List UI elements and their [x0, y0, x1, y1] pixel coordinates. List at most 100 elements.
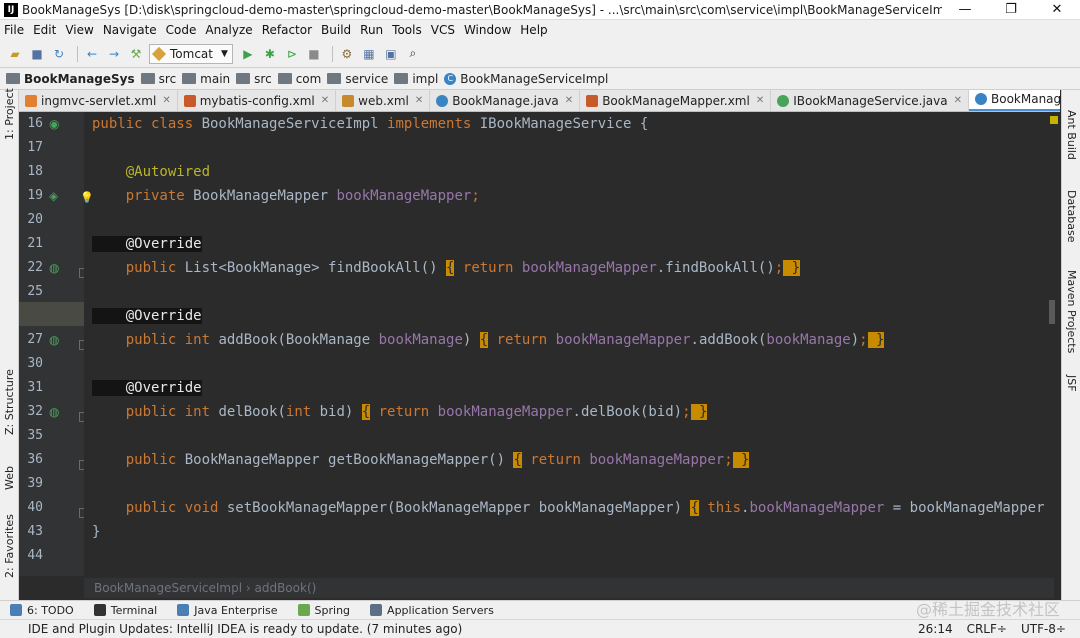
override-icon[interactable]: ◍	[49, 405, 63, 419]
close-icon[interactable]: ✕	[954, 95, 962, 106]
save-icon[interactable]: ■	[28, 45, 46, 63]
menu-item-analyze[interactable]: Analyze	[205, 23, 252, 37]
bean-icon[interactable]: ◈	[49, 189, 63, 203]
tool-ant-build[interactable]: Ant Build	[1065, 110, 1078, 160]
analysis-status-icon[interactable]	[1050, 116, 1058, 124]
chevron-down-icon: ▼	[220, 48, 228, 59]
tool-window--todo[interactable]: 6: TODO	[10, 604, 74, 617]
tool-maven[interactable]: Maven Projects	[1065, 270, 1078, 353]
line-separator[interactable]: CRLF÷	[967, 622, 1007, 636]
code-editor[interactable]: public class BookManageServiceImpl imple…	[84, 112, 1054, 576]
tool-database[interactable]: Database	[1065, 190, 1078, 243]
tool-jsf[interactable]: JSF	[1065, 375, 1078, 392]
editor-breadcrumb[interactable]: BookManageServiceImpl › addBook()	[84, 578, 1054, 598]
menu-item-view[interactable]: View	[65, 23, 93, 37]
code-line[interactable]: private BookManageMapper bookManageMappe…	[92, 184, 480, 208]
breadcrumb-item[interactable]: src	[140, 72, 176, 86]
code-line[interactable]: public void setBookManageMapper(BookMana…	[92, 496, 1054, 520]
code-line[interactable]: @Override	[92, 304, 202, 328]
code-token: {	[690, 500, 699, 516]
editor-tab[interactable]: ingmvc-servlet.xml ✕	[19, 90, 178, 111]
status-message[interactable]: IDE and Plugin Updates: IntelliJ IDEA is…	[28, 622, 918, 636]
run-icon[interactable]: ▶	[239, 45, 257, 63]
open-folder-icon[interactable]: ▰	[6, 45, 24, 63]
close-icon[interactable]: ✕	[162, 95, 170, 106]
structure-icon[interactable]: ▦	[360, 45, 378, 63]
code-token: = bookManageMapper	[892, 500, 1045, 516]
caret-position[interactable]: 26:14	[918, 622, 953, 636]
minimize-button[interactable]: —	[942, 2, 988, 17]
code-line[interactable]: }	[92, 520, 100, 544]
menu-item-vcs[interactable]: VCS	[431, 23, 455, 37]
folder-icon	[182, 73, 197, 84]
tool-window-spring[interactable]: Spring	[297, 604, 350, 617]
menu-item-tools[interactable]: Tools	[392, 23, 422, 37]
menu-item-file[interactable]: File	[4, 23, 24, 37]
override-icon[interactable]: ◍	[49, 333, 63, 347]
tool-structure[interactable]: Z: Structure	[3, 369, 16, 435]
lightbulb-icon[interactable]: 💡	[80, 191, 94, 205]
menu-item-navigate[interactable]: Navigate	[103, 23, 157, 37]
code-token: @Override	[92, 308, 202, 324]
breadcrumb-item[interactable]: main	[182, 72, 230, 86]
menu-item-code[interactable]: Code	[166, 23, 197, 37]
breadcrumb-item[interactable]: com	[277, 71, 322, 86]
code-line[interactable]: public BookManageMapper getBookManageMap…	[92, 448, 750, 472]
breadcrumb-item[interactable]: C BookManageServiceImpl	[444, 72, 608, 86]
restore-button[interactable]: ❐	[988, 2, 1034, 17]
editor-tab[interactable]: IBookManageService.java ✕	[771, 90, 969, 111]
run-config-select[interactable]: Tomcat ▼	[149, 43, 233, 64]
scrollbar-thumb[interactable]	[1049, 300, 1055, 324]
editor-tab[interactable]: BookManageServiceImpl.java✕	[969, 90, 1060, 111]
editor-tab[interactable]: mybatis-config.xml ✕	[178, 90, 337, 111]
code-line[interactable]: public int addBook(BookManage bookManage…	[92, 328, 885, 352]
breadcrumb-item[interactable]: impl	[394, 72, 438, 86]
tool-window-terminal[interactable]: Terminal	[93, 604, 157, 617]
stop-icon[interactable]: ■	[305, 45, 323, 63]
settings-icon[interactable]: ⚙	[338, 45, 356, 63]
breadcrumb-label: com	[295, 71, 322, 86]
breadcrumb-item[interactable]: BookManageSys	[6, 72, 135, 86]
editor-tab[interactable]: web.xml ✕	[336, 90, 431, 111]
menu-item-help[interactable]: Help	[520, 23, 547, 37]
breadcrumb-item[interactable]: src	[236, 72, 272, 86]
close-icon[interactable]: ✕	[321, 95, 329, 106]
code-line[interactable]: public List<BookManage> findBookAll() { …	[92, 256, 801, 280]
back-icon[interactable]: ←	[83, 45, 101, 63]
breadcrumb-item[interactable]: service	[327, 72, 388, 86]
menu-item-run[interactable]: Run	[360, 23, 383, 37]
menu-item-edit[interactable]: Edit	[33, 23, 56, 37]
code-line[interactable]: @Override	[92, 376, 202, 400]
close-icon[interactable]: ✕	[565, 95, 573, 106]
line-number: 31	[27, 380, 43, 395]
coverage-icon[interactable]: ⊳	[283, 45, 301, 63]
sdk-icon[interactable]: ▣	[382, 45, 400, 63]
search-icon[interactable]: ⌕	[404, 45, 422, 63]
debug-icon[interactable]: ✱	[261, 45, 279, 63]
implements-icon[interactable]: ◉	[49, 117, 63, 131]
tool-window-application-servers[interactable]: Application Servers	[370, 604, 494, 617]
tool-favorites[interactable]: 2: Favorites	[3, 514, 16, 578]
forward-icon[interactable]: →	[105, 45, 123, 63]
editor-scrollbar[interactable]	[1047, 112, 1061, 576]
menu-item-window[interactable]: Window	[464, 23, 511, 37]
tool-project[interactable]: 1: Project	[3, 88, 16, 140]
close-button[interactable]: ✕	[1034, 2, 1080, 17]
override-icon[interactable]: ◍	[49, 261, 63, 275]
close-icon[interactable]: ✕	[415, 95, 423, 106]
editor-tab[interactable]: BookManage.java ✕	[430, 90, 581, 111]
code-line[interactable]: public class BookManageServiceImpl imple…	[92, 112, 648, 136]
menu-item-refactor[interactable]: Refactor	[262, 23, 312, 37]
code-line[interactable]: @Override	[92, 232, 202, 256]
editor-tab[interactable]: BookManageMapper.xml ✕	[580, 90, 772, 111]
menu-item-build[interactable]: Build	[321, 23, 351, 37]
tool-window-java-enterprise[interactable]: Java Enterprise	[177, 604, 278, 617]
tool-web[interactable]: Web	[3, 466, 16, 490]
build-icon[interactable]: ⚒	[127, 45, 145, 63]
code-line[interactable]: public int delBook(int bid) { return boo…	[92, 400, 708, 424]
code-token: @Autowired	[92, 164, 211, 180]
close-icon[interactable]: ✕	[756, 95, 764, 106]
sync-icon[interactable]: ↻	[50, 45, 68, 63]
code-line[interactable]: @Autowired	[92, 160, 210, 184]
file-encoding[interactable]: UTF-8÷	[1021, 622, 1066, 636]
